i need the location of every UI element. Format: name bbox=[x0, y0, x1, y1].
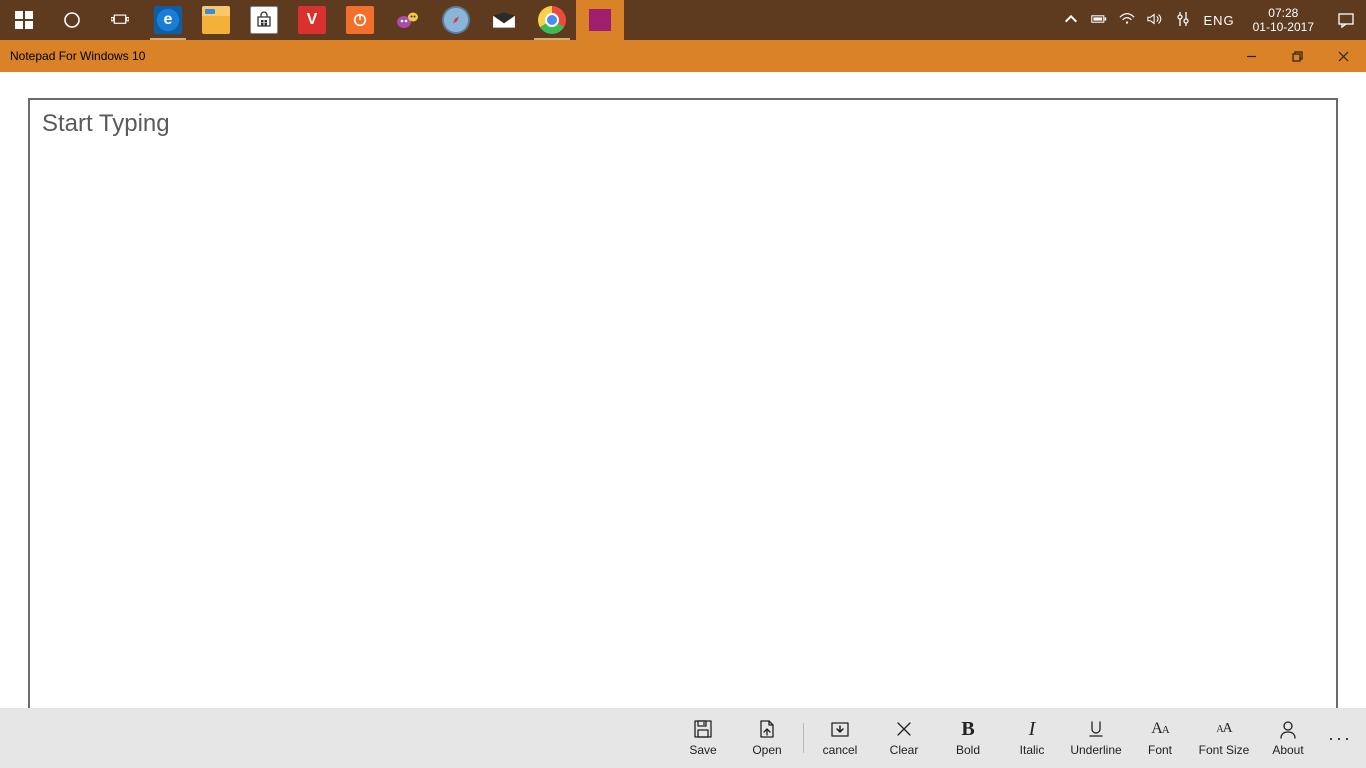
open-button[interactable]: Open bbox=[735, 711, 799, 765]
font-button[interactable]: AA Font bbox=[1128, 711, 1192, 765]
clear-label: Clear bbox=[890, 743, 919, 757]
battery-icon[interactable] bbox=[1091, 11, 1107, 30]
taskbar-app-messenger[interactable] bbox=[384, 0, 432, 40]
font-icon: AA bbox=[1151, 719, 1169, 739]
start-button[interactable] bbox=[0, 0, 48, 40]
taskbar-app-chrome[interactable] bbox=[528, 0, 576, 40]
bold-label: Bold bbox=[956, 743, 980, 757]
app-icon bbox=[586, 6, 614, 34]
underline-label: Underline bbox=[1070, 743, 1121, 757]
command-bar: Save Open cancel Clear B Bold I Italic U… bbox=[0, 708, 1366, 768]
window-titlebar: Notepad For Windows 10 bbox=[0, 40, 1366, 72]
chrome-icon bbox=[538, 6, 566, 34]
taskbar-app-explorer[interactable] bbox=[192, 0, 240, 40]
font-label: Font bbox=[1148, 743, 1172, 757]
about-label: About bbox=[1272, 743, 1303, 757]
taskbar-app-mail[interactable] bbox=[480, 0, 528, 40]
windows-taskbar: e V ENG 07:28 01-10-2017 bbox=[0, 0, 1366, 40]
window-title: Notepad For Windows 10 bbox=[10, 49, 145, 63]
volume-icon[interactable] bbox=[1147, 11, 1163, 30]
underline-button[interactable]: Underline bbox=[1064, 711, 1128, 765]
italic-label: Italic bbox=[1020, 743, 1045, 757]
clock-time: 07:28 bbox=[1253, 6, 1314, 20]
save-icon bbox=[693, 719, 713, 739]
action-center-button[interactable] bbox=[1332, 12, 1360, 28]
tray-chevron-icon[interactable] bbox=[1063, 11, 1079, 30]
taskbar-app-safari[interactable] bbox=[432, 0, 480, 40]
font-size-button[interactable]: AA Font Size bbox=[1192, 711, 1256, 765]
command-separator bbox=[803, 723, 804, 753]
italic-button[interactable]: I Italic bbox=[1000, 711, 1064, 765]
mail-icon bbox=[490, 6, 518, 34]
power-icon bbox=[346, 6, 374, 34]
language-indicator[interactable]: ENG bbox=[1203, 13, 1234, 28]
taskbar-app-power[interactable] bbox=[336, 0, 384, 40]
maximize-button[interactable] bbox=[1274, 40, 1320, 72]
close-button[interactable] bbox=[1320, 40, 1366, 72]
wifi-icon[interactable] bbox=[1119, 11, 1135, 30]
taskbar-app-current[interactable] bbox=[576, 0, 624, 40]
cortana-button[interactable] bbox=[48, 0, 96, 40]
save-label: Save bbox=[689, 743, 716, 757]
edge-icon: e bbox=[154, 6, 182, 34]
bold-button[interactable]: B Bold bbox=[936, 711, 1000, 765]
cancel-icon bbox=[830, 719, 850, 739]
bold-icon: B bbox=[961, 719, 974, 739]
cancel-button[interactable]: cancel bbox=[808, 711, 872, 765]
taskbar-app-edge[interactable]: e bbox=[144, 0, 192, 40]
file-explorer-icon bbox=[202, 6, 230, 34]
about-button[interactable]: About bbox=[1256, 711, 1320, 765]
clear-button[interactable]: Clear bbox=[872, 711, 936, 765]
more-button[interactable]: ··· bbox=[1320, 728, 1360, 749]
text-editor[interactable] bbox=[28, 98, 1338, 708]
minimize-button[interactable] bbox=[1228, 40, 1274, 72]
clock-date: 01-10-2017 bbox=[1253, 20, 1314, 34]
font-size-icon: AA bbox=[1216, 719, 1231, 739]
taskbar-app-store[interactable] bbox=[240, 0, 288, 40]
settings-tray-icon[interactable] bbox=[1175, 11, 1191, 30]
messenger-icon bbox=[394, 6, 422, 34]
save-button[interactable]: Save bbox=[671, 711, 735, 765]
clock[interactable]: 07:28 01-10-2017 bbox=[1247, 6, 1320, 35]
open-icon bbox=[757, 719, 777, 739]
safari-icon bbox=[442, 6, 470, 34]
underline-icon bbox=[1086, 719, 1106, 739]
cancel-label: cancel bbox=[823, 743, 858, 757]
vivaldi-icon: V bbox=[298, 6, 326, 34]
app-body bbox=[0, 72, 1366, 708]
taskbar-app-vivaldi[interactable]: V bbox=[288, 0, 336, 40]
store-icon bbox=[250, 6, 278, 34]
more-icon: ··· bbox=[1328, 728, 1352, 749]
about-icon bbox=[1278, 719, 1298, 739]
font-size-label: Font Size bbox=[1199, 743, 1250, 757]
task-view-button[interactable] bbox=[96, 0, 144, 40]
italic-icon: I bbox=[1029, 719, 1036, 739]
clear-icon bbox=[894, 719, 914, 739]
open-label: Open bbox=[752, 743, 781, 757]
